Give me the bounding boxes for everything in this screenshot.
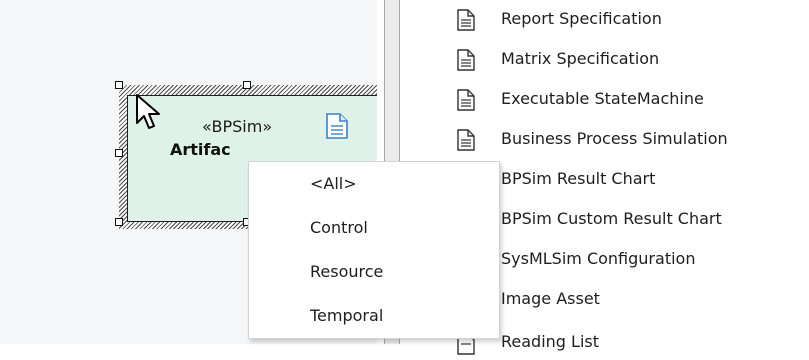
list-item-label: BPSim Custom Result Chart	[501, 209, 722, 228]
list-item-label: BPSim Result Chart	[501, 169, 656, 188]
toolbox-artifact-list: Report Specification Matrix Specificatio…	[455, 0, 809, 355]
menu-item-label: Resource	[310, 262, 384, 281]
menu-item-all[interactable]: <All>	[249, 163, 499, 207]
context-menu: <All> Control Resource Temporal	[248, 161, 500, 339]
menu-item-label: Temporal	[310, 306, 384, 325]
list-item[interactable]: BPSim Custom Result Chart	[455, 200, 809, 240]
document-icon	[457, 89, 475, 111]
list-item-label: Business Process Simulation	[501, 129, 728, 148]
menu-item-temporal[interactable]: Temporal	[249, 295, 499, 339]
list-item-label: Executable StateMachine	[501, 89, 704, 108]
list-item[interactable]: Reading List	[455, 320, 809, 360]
list-item-label: Reading List	[501, 332, 599, 351]
arrow-pointer-icon	[136, 94, 160, 129]
list-item[interactable]: Image Asset	[455, 280, 809, 320]
menu-item-label: <All>	[310, 174, 357, 193]
list-item-label: SysMLSim Configuration	[501, 249, 696, 268]
list-item[interactable]: Executable StateMachine	[455, 80, 809, 120]
list-item[interactable]: BPSim Result Chart	[455, 160, 809, 200]
list-item[interactable]: Business Process Simulation	[455, 120, 809, 160]
resize-handle-bottom-left[interactable]	[115, 218, 123, 226]
document-icon	[457, 129, 475, 151]
menu-item-control[interactable]: Control	[249, 207, 499, 251]
list-item-label: Image Asset	[501, 289, 600, 308]
list-item[interactable]: SysMLSim Configuration	[455, 240, 809, 280]
element-stereotype: «BPSim»	[202, 117, 273, 136]
artifact-document-icon	[326, 113, 348, 139]
list-item[interactable]: Report Specification	[455, 0, 809, 40]
menu-item-label: Control	[310, 218, 368, 237]
document-icon	[457, 9, 475, 31]
resize-handle-top-center[interactable]	[243, 81, 251, 89]
document-icon	[457, 49, 475, 71]
list-item-label: Report Specification	[501, 9, 662, 28]
element-name: Artifac	[170, 140, 231, 159]
list-item-label: Matrix Specification	[501, 49, 660, 68]
list-item[interactable]: Matrix Specification	[455, 40, 809, 80]
resize-handle-middle-left[interactable]	[115, 149, 123, 157]
menu-item-resource[interactable]: Resource	[249, 251, 499, 295]
resize-handle-top-left[interactable]	[115, 81, 123, 89]
